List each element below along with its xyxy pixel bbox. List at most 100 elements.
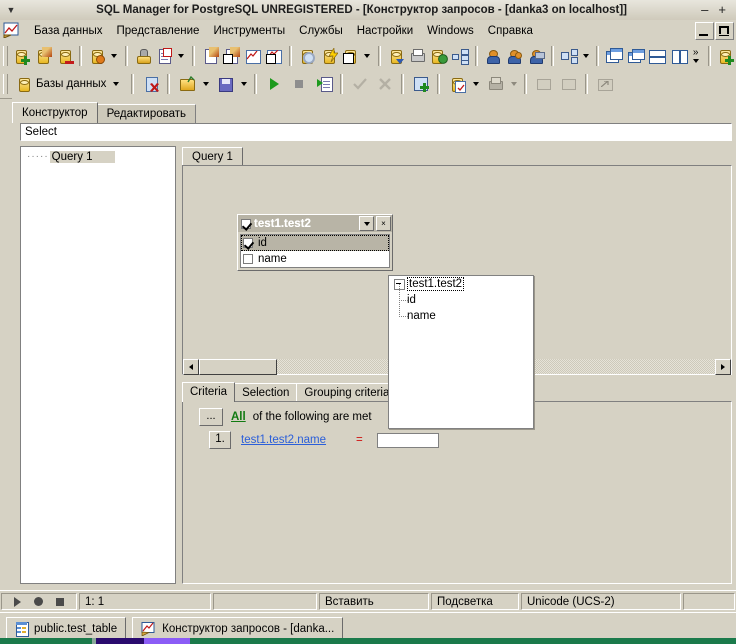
diagram-icon[interactable] [558, 44, 580, 69]
stop-icon[interactable] [56, 597, 65, 606]
close-query-icon[interactable] [138, 72, 163, 97]
criteria-options-button[interactable]: ... [199, 408, 223, 426]
menu-services[interactable]: Службы [292, 23, 350, 39]
menu-windows[interactable]: Windows [420, 23, 481, 39]
popup-tree-root-row[interactable]: test1.test2 [389, 276, 533, 292]
window-menu-button[interactable]: ▼ [0, 5, 22, 15]
extract-database-icon[interactable] [385, 44, 407, 69]
menu-database[interactable]: База данных [27, 23, 110, 39]
cascade-windows-icon[interactable] [603, 44, 625, 69]
field-checkbox-id[interactable] [243, 238, 253, 248]
scroll-left-arrow-icon[interactable] [183, 358, 199, 375]
mdi-restore-button[interactable] [715, 22, 734, 40]
criteria-row-number[interactable]: 1. [209, 431, 231, 449]
field-picker-popup[interactable]: test1.test2 id name [388, 275, 534, 429]
export-database-icon[interactable] [428, 44, 450, 69]
tasks-dropdown-arrow-icon[interactable] [175, 44, 188, 69]
database-selector[interactable]: Базы данных [11, 72, 127, 97]
list-item[interactable]: ····· Query 1 [21, 149, 175, 164]
dependency-tree-icon[interactable] [450, 44, 472, 69]
toolbar-grip[interactable] [3, 46, 8, 66]
list-item[interactable]: id [389, 284, 533, 308]
scrollbar-thumb[interactable] [199, 358, 277, 375]
database-selector-dropdown-arrow-icon[interactable] [113, 82, 120, 86]
database-properties-icon[interactable] [86, 44, 108, 69]
database-properties-dropdown-arrow-icon[interactable] [108, 44, 121, 69]
statement-type-bar[interactable]: Select [20, 123, 732, 141]
menu-tools[interactable]: Инструменты [206, 23, 292, 39]
run-query-icon[interactable] [261, 72, 286, 97]
table-box-dropdown-button[interactable] [359, 216, 374, 231]
list-item[interactable]: name [389, 300, 533, 324]
table-row[interactable]: id [241, 235, 389, 251]
table-select-checkbox[interactable] [241, 218, 251, 229]
table-box-close-button[interactable]: × [376, 216, 391, 231]
record-icon[interactable] [33, 597, 43, 606]
tab-query-1[interactable]: Query 1 [182, 147, 243, 166]
favorite-query-dropdown-arrow-icon[interactable] [469, 72, 482, 97]
drop-database-icon[interactable] [54, 44, 76, 69]
maximize-button[interactable]: + [718, 3, 726, 16]
edit-database-icon[interactable] [32, 44, 54, 69]
stop-query-icon[interactable] [286, 72, 311, 97]
play-icon[interactable] [13, 596, 21, 607]
query-designer-add-icon[interactable] [264, 44, 286, 69]
minimize-button[interactable]: – [701, 3, 708, 16]
tab-selection[interactable]: Selection [234, 383, 298, 402]
toolbar-grip[interactable] [3, 74, 8, 94]
user-icon[interactable] [482, 44, 504, 69]
save-file-dropdown-arrow-icon[interactable] [237, 72, 250, 97]
sql-script-icon[interactable] [318, 44, 340, 69]
tab-edit[interactable]: Редактировать [96, 104, 197, 123]
tab-designer[interactable]: Конструктор [12, 102, 98, 123]
tile-windows-icon[interactable] [625, 44, 647, 69]
open-file-dropdown-arrow-icon[interactable] [199, 72, 212, 97]
new-database-icon[interactable] [11, 44, 33, 69]
menu-options[interactable]: Настройки [350, 23, 420, 39]
user-privileges-icon[interactable] [525, 44, 547, 69]
app-logo-icon [3, 22, 23, 40]
print-query-dropdown-arrow-icon[interactable] [507, 72, 520, 97]
rollback-icon[interactable] [372, 72, 397, 97]
user-manager-icon[interactable] [504, 44, 526, 69]
tab-grouping-criteria[interactable]: Grouping criteria [296, 383, 398, 402]
toolbar-separator [124, 46, 128, 66]
table-box-test1-test2[interactable]: test1.test2 × id name [237, 214, 393, 271]
criteria-field-link[interactable]: test1.test2.name [241, 434, 326, 446]
extra-database-icon[interactable] [715, 44, 736, 69]
tab-criteria[interactable]: Criteria [182, 382, 236, 402]
query-designer-icon[interactable] [242, 44, 264, 69]
print-query-icon[interactable] [482, 72, 507, 97]
new-query-add-icon[interactable] [220, 44, 242, 69]
new-object-dropdown-arrow-icon[interactable] [361, 44, 374, 69]
diagram-dropdown-arrow-icon[interactable] [579, 44, 592, 69]
commit-icon[interactable] [347, 72, 372, 97]
print-icon[interactable] [406, 44, 428, 69]
scroll-right-arrow-icon[interactable] [715, 358, 731, 375]
save-file-icon[interactable] [212, 72, 237, 97]
criteria-operator[interactable]: = [356, 434, 363, 446]
menu-view[interactable]: Представление [110, 23, 207, 39]
toolbar-overflow-button[interactable]: » [690, 47, 702, 63]
previous-result-icon[interactable] [531, 72, 556, 97]
open-file-icon[interactable] [174, 72, 199, 97]
mdi-minimize-button[interactable] [695, 22, 714, 40]
new-object-icon[interactable] [339, 44, 361, 69]
favorite-query-icon[interactable] [444, 72, 469, 97]
table-row[interactable]: name [241, 251, 389, 267]
table-box-header[interactable]: test1.test2 × [238, 215, 392, 232]
register-host-icon[interactable] [132, 44, 154, 69]
menu-help[interactable]: Справка [481, 23, 540, 39]
criteria-all-link[interactable]: All [231, 411, 246, 423]
tile-vertical-icon[interactable] [668, 44, 690, 69]
next-result-icon[interactable] [556, 72, 581, 97]
criteria-value-input[interactable] [376, 432, 439, 448]
new-query-icon[interactable] [199, 44, 221, 69]
field-checkbox-name[interactable] [243, 254, 253, 264]
run-script-icon[interactable] [311, 72, 336, 97]
fullscreen-icon[interactable] [592, 72, 617, 97]
tasks-icon[interactable] [153, 44, 175, 69]
tile-horizontal-icon[interactable] [646, 44, 668, 69]
search-database-icon[interactable] [296, 44, 318, 69]
add-table-icon[interactable] [408, 72, 433, 97]
